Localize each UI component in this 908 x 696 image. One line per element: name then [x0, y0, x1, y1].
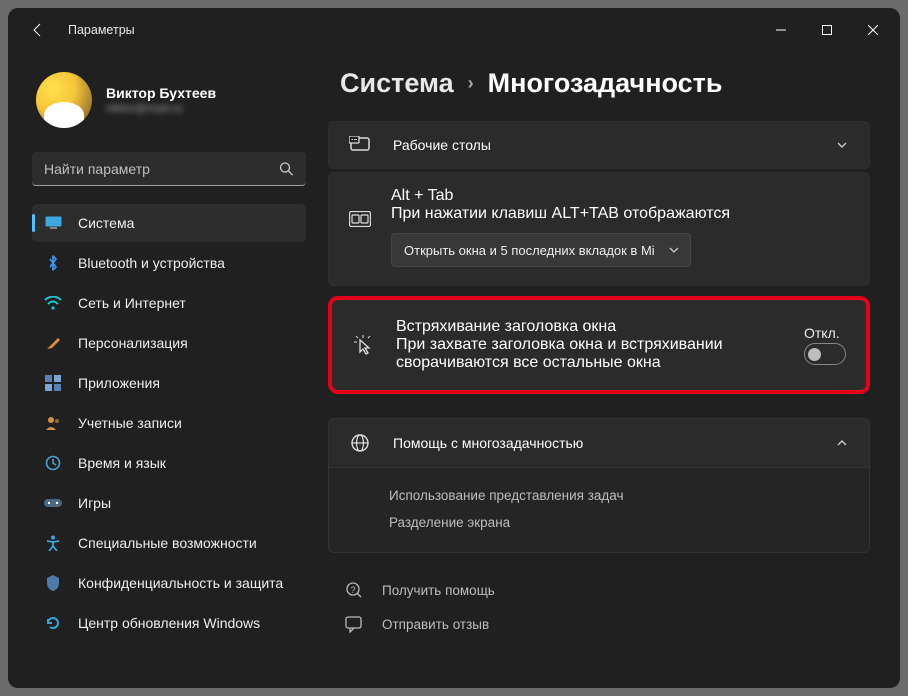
window-title: Параметры — [68, 23, 135, 37]
sidebar-item-bluetooth[interactable]: Bluetooth и устройства — [32, 244, 306, 282]
sidebar-item-accessibility[interactable]: Специальные возможности — [32, 524, 306, 562]
sidebar-item-time-language[interactable]: Время и язык — [32, 444, 306, 482]
back-button[interactable] — [18, 10, 58, 50]
sidebar-item-system[interactable]: Система — [32, 204, 306, 242]
bluetooth-icon — [44, 254, 62, 272]
maximize-button[interactable] — [804, 14, 850, 46]
card-title: Встряхивание заголовка окна — [396, 318, 782, 336]
svg-text:?: ? — [350, 585, 355, 595]
search-input[interactable] — [32, 152, 306, 186]
footer-links: ? Получить помощь Отправить отзыв — [338, 573, 870, 641]
dropdown-value: Открыть окна и 5 последних вкладок в Mi — [404, 243, 655, 258]
sidebar-item-label: Система — [78, 215, 134, 231]
clock-icon — [44, 454, 62, 472]
sidebar: Виктор Бухтеев viktor@mail.ru Система — [8, 52, 318, 688]
breadcrumb-current: Многозадачность — [488, 68, 723, 99]
card-title: Рабочие столы — [393, 137, 813, 153]
update-icon — [44, 614, 62, 632]
wifi-icon — [44, 294, 62, 312]
minimize-button[interactable] — [758, 14, 804, 46]
card-title: Alt + Tab — [391, 187, 849, 205]
accounts-icon — [44, 414, 62, 432]
monitor-icon — [44, 214, 62, 232]
apps-icon — [44, 374, 62, 392]
sidebar-item-label: Приложения — [78, 375, 160, 391]
breadcrumb: Система › Многозадачность — [340, 68, 870, 99]
sidebar-item-personalization[interactable]: Персонализация — [32, 324, 306, 362]
chevron-up-icon — [835, 436, 849, 450]
sidebar-item-label: Центр обновления Windows — [78, 615, 260, 631]
alt-tab-dropdown[interactable]: Открыть окна и 5 последних вкладок в Mi — [391, 233, 691, 267]
shake-window-card[interactable]: Встряхивание заголовка окна При захвате … — [328, 296, 870, 394]
close-button[interactable] — [850, 14, 896, 46]
cursor-click-icon — [352, 334, 374, 356]
desktops-icon — [349, 136, 371, 154]
card-desc: При захвате заголовка окна и встряхивани… — [396, 336, 782, 372]
get-help-link[interactable]: ? Получить помощь — [338, 573, 870, 607]
sidebar-item-apps[interactable]: Приложения — [32, 364, 306, 402]
breadcrumb-parent[interactable]: Система — [340, 68, 454, 99]
alt-tab-card: Alt + Tab При нажатии клавиш ALT+TAB ото… — [328, 172, 870, 286]
sidebar-item-gaming[interactable]: Игры — [32, 484, 306, 522]
windows-switch-icon — [349, 211, 371, 227]
sidebar-item-label: Учетные записи — [78, 415, 182, 431]
sidebar-item-update[interactable]: Центр обновления Windows — [32, 604, 306, 642]
brush-icon — [44, 334, 62, 352]
settings-window: Параметры Виктор Бухтеев viktor@mail.ru — [8, 8, 900, 688]
help-link-task-view[interactable]: Использование представления задач — [389, 482, 849, 509]
profile-name: Виктор Бухтеев — [106, 85, 216, 101]
footer-link-label: Получить помощь — [382, 583, 495, 598]
chevron-down-icon — [668, 244, 680, 256]
sidebar-item-label: Конфиденциальность и защита — [78, 575, 283, 591]
privacy-icon — [44, 574, 62, 592]
help-multitasking-body: Использование представления задач Раздел… — [328, 468, 870, 553]
sidebar-item-privacy[interactable]: Конфиденциальность и защита — [32, 564, 306, 602]
help-link-split-screen[interactable]: Разделение экрана — [389, 509, 849, 536]
card-title: Помощь с многозадачностью — [393, 435, 813, 451]
sidebar-item-label: Время и язык — [78, 455, 166, 471]
feedback-icon — [344, 615, 364, 633]
desktops-card[interactable]: Рабочие столы — [328, 121, 870, 169]
sidebar-item-label: Специальные возможности — [78, 535, 257, 551]
sidebar-item-network[interactable]: Сеть и Интернет — [32, 284, 306, 322]
search-icon — [279, 162, 294, 177]
search-wrap — [32, 152, 306, 186]
card-desc: При нажатии клавиш ALT+TAB отображаются — [391, 205, 849, 223]
titlebar: Параметры — [8, 8, 900, 52]
profile-email: viktor@mail.ru — [106, 101, 216, 115]
main-content: Система › Многозадачность Рабочие столы — [318, 52, 900, 688]
profile-block[interactable]: Виктор Бухтеев viktor@mail.ru — [32, 52, 306, 148]
nav: Система Bluetooth и устройства Сеть и Ин… — [32, 204, 306, 642]
sidebar-item-label: Bluetooth и устройства — [78, 255, 225, 271]
toggle-state-label: Откл. — [804, 325, 840, 341]
avatar — [36, 72, 92, 128]
sidebar-item-accounts[interactable]: Учетные записи — [32, 404, 306, 442]
sidebar-item-label: Персонализация — [78, 335, 188, 351]
globe-icon — [349, 433, 371, 453]
chevron-right-icon: › — [468, 73, 474, 94]
accessibility-icon — [44, 534, 62, 552]
window-controls — [758, 14, 896, 46]
games-icon — [44, 494, 62, 512]
shake-toggle[interactable] — [804, 343, 846, 365]
sidebar-item-label: Игры — [78, 495, 111, 511]
sidebar-item-label: Сеть и Интернет — [78, 295, 186, 311]
help-multitasking-card[interactable]: Помощь с многозадачностью — [328, 418, 870, 468]
feedback-link[interactable]: Отправить отзыв — [338, 607, 870, 641]
help-icon: ? — [344, 581, 364, 599]
footer-link-label: Отправить отзыв — [382, 617, 489, 632]
chevron-down-icon — [835, 138, 849, 152]
